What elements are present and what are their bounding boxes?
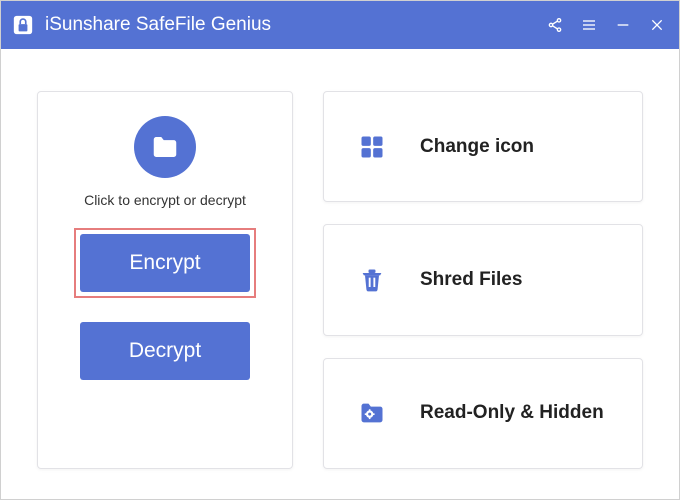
titlebar: iSunshare SafeFile Genius	[1, 1, 679, 49]
app-title: iSunshare SafeFile Genius	[45, 14, 547, 36]
encrypt-decrypt-panel: Click to encrypt or decrypt Encrypt Decr…	[37, 91, 293, 469]
feature-cards: Change icon Shred Files	[323, 91, 643, 469]
card-shred-files[interactable]: Shred Files	[323, 224, 643, 335]
card-label: Shred Files	[420, 268, 522, 292]
menu-icon[interactable]	[581, 17, 597, 33]
minimize-icon[interactable]	[615, 17, 631, 33]
decrypt-button[interactable]: Decrypt	[80, 322, 250, 380]
card-label: Read-Only & Hidden	[420, 401, 604, 425]
encrypt-button[interactable]: Encrypt	[80, 234, 250, 292]
card-label: Change icon	[420, 135, 534, 159]
trash-icon	[350, 265, 394, 295]
window-controls	[547, 17, 665, 33]
encrypt-hint: Click to encrypt or decrypt	[84, 192, 246, 208]
share-icon[interactable]	[547, 17, 563, 33]
folder-icon	[134, 116, 196, 178]
app-lock-icon	[11, 13, 35, 37]
card-readonly-hidden[interactable]: Read-Only & Hidden	[323, 358, 643, 469]
main-content: Click to encrypt or decrypt Encrypt Decr…	[1, 49, 679, 499]
folder-gear-icon	[350, 399, 394, 427]
encrypt-highlight: Encrypt	[74, 228, 256, 298]
grid-icon	[350, 133, 394, 161]
close-icon[interactable]	[649, 17, 665, 33]
card-change-icon[interactable]: Change icon	[323, 91, 643, 202]
